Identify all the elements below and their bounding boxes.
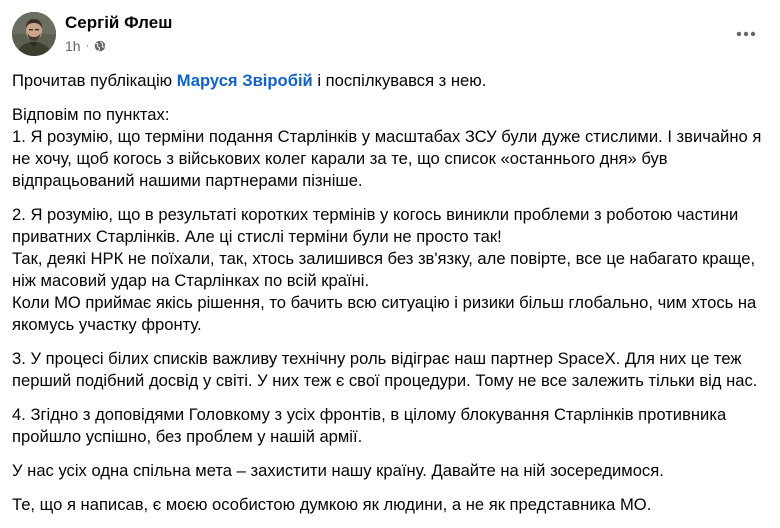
post-paragraph-6: Те, що я написав, є моєю особистою думко… — [12, 495, 652, 514]
post-meta: 1h · — [65, 38, 106, 54]
post-paragraph-5: У нас усіх одна спільна мета – захистити… — [12, 461, 664, 480]
more-options-icon — [736, 31, 756, 37]
post-paragraph-1: Відповім по пунктах: 1. Я розумію, що те… — [12, 105, 762, 190]
more-options-button[interactable] — [732, 24, 760, 44]
post-paragraph-3: 3. У процесі білих списків важливу техні… — [12, 349, 758, 390]
post-paragraph-2: 2. Я розумію, що в результаті коротких т… — [12, 205, 757, 334]
post-paragraph-4: 4. Згідно з доповідями Головкому з усіх … — [12, 405, 727, 446]
post-intro: Прочитав публікацію Маруся Звіробій і по… — [12, 70, 772, 92]
post-time[interactable]: 1h — [65, 38, 81, 54]
intro-text-before: Прочитав публікацію — [12, 71, 177, 90]
meta-separator: · — [85, 40, 90, 52]
avatar[interactable] — [12, 12, 56, 56]
avatar-photo — [12, 12, 56, 56]
post-header: Сергій Флеш 1h · — [12, 12, 768, 60]
globe-icon[interactable] — [94, 40, 106, 52]
mention-link[interactable]: Маруся Звіробій — [177, 71, 313, 90]
post-text: Прочитав публікацію Маруся Звіробій і по… — [12, 70, 772, 528]
intro-text-after: і поспілкувався з нею. — [312, 71, 487, 90]
author-name[interactable]: Сергій Флеш — [65, 13, 172, 33]
